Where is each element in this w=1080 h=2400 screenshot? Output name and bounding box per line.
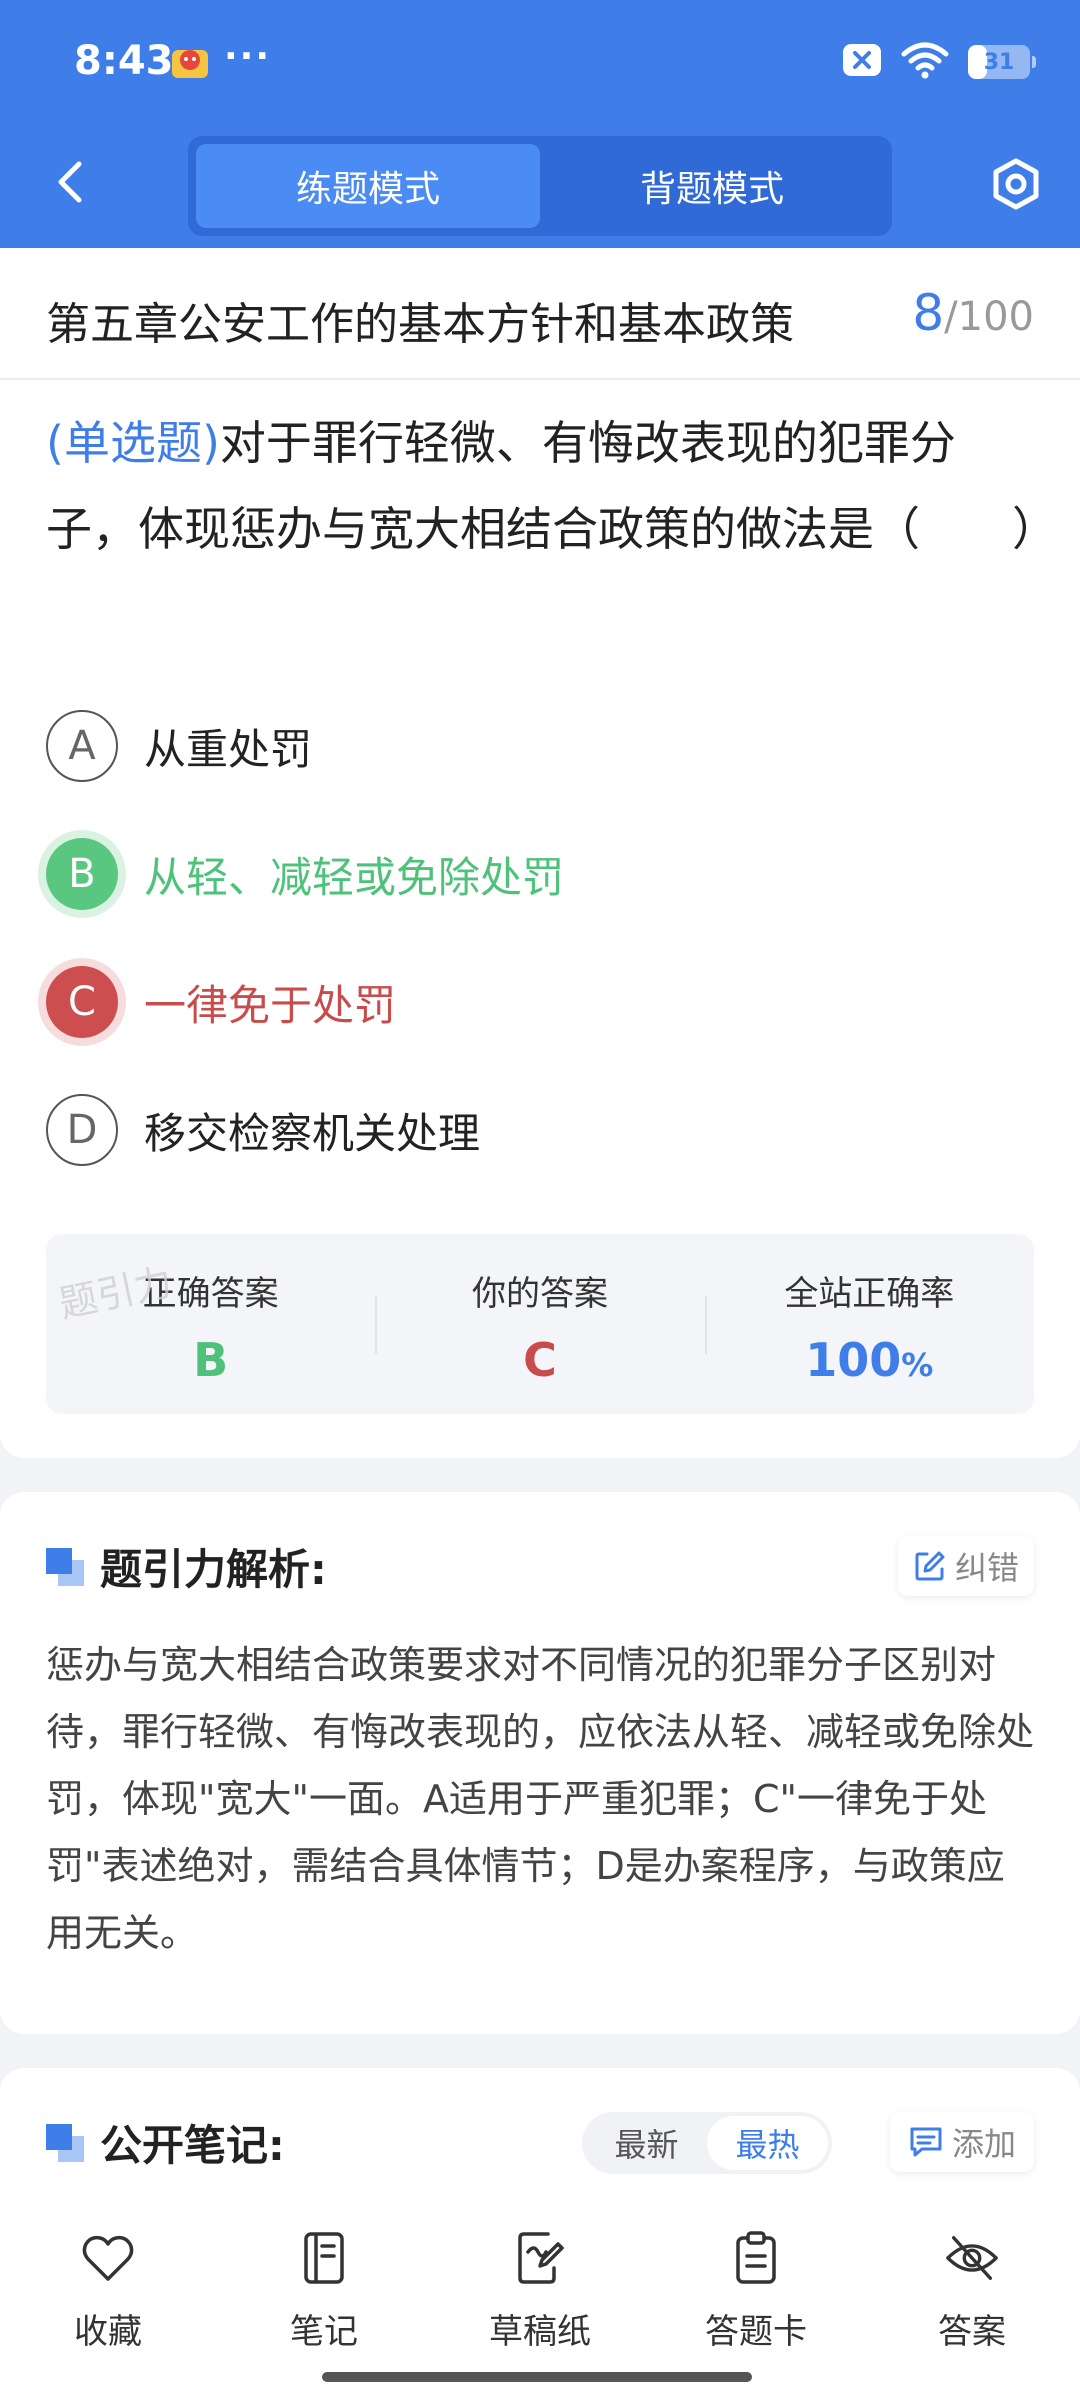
favorite-label: 收藏 <box>74 2312 142 2352</box>
stat-site-accuracy: 全站正确率 100% <box>704 1234 1034 1414</box>
sort-newest[interactable]: 最新 <box>586 2116 707 2170</box>
option-d[interactable]: D 移交检察机关处理 <box>46 1094 480 1166</box>
question-text: (单选题)对于罪行轻微、有悔改表现的犯罪分子，体现惩办与宽大相结合政策的做法是（… <box>46 400 1058 572</box>
rate-number: 100 <box>805 1333 902 1387</box>
question-card: 第五章公安工作的基本方针和基本政策 8/100 (单选题)对于罪行轻微、有悔改表… <box>0 248 1080 1458</box>
add-note-button[interactable]: 添加 <box>890 2112 1034 2172</box>
option-text: 从轻、减轻或免除处罚 <box>144 852 565 902</box>
chapter-row: 第五章公安工作的基本方针和基本政策 8/100 <box>0 248 1080 380</box>
status-more-dots: ··· <box>224 36 272 77</box>
option-letter: A <box>46 710 118 782</box>
stat-correct-answer: 正确答案 B <box>46 1234 375 1414</box>
home-indicator[interactable] <box>322 2372 752 2382</box>
notes-title: 公开笔记: <box>46 2112 285 2173</box>
mode-switch: 练题模式 背题模式 <box>188 136 892 236</box>
status-time: 8:43 <box>74 38 174 84</box>
notes-sort-toggle: 最新 最热 <box>582 2112 832 2174</box>
answer-stats: 正确答案 B 你的答案 C 全站正确率 100% <box>46 1234 1034 1414</box>
report-error-label: 纠错 <box>954 1549 1019 1587</box>
favorite-button[interactable]: 收藏 <box>0 2188 216 2400</box>
bottom-nav: 收藏 笔记 草稿纸 答题卡 答案 <box>0 2188 1080 2400</box>
stat-your-answer: 你的答案 C <box>375 1234 704 1414</box>
notes-label: 笔记 <box>290 2312 358 2352</box>
option-a[interactable]: A 从重处罚 <box>46 710 312 782</box>
question-progress: 8/100 <box>912 284 1034 342</box>
analysis-card: 题引力解析: 纠错 惩办与宽大相结合政策要求对不同情况的犯罪分子区别对待，罪行轻… <box>0 1492 1080 2034</box>
stat-value: 100% <box>705 1333 1034 1387</box>
draft-paper-button[interactable]: 草稿纸 <box>432 2188 648 2400</box>
option-c[interactable]: C 一律免于处罚 <box>46 966 396 1038</box>
tab-memorize-mode[interactable]: 背题模式 <box>540 144 884 228</box>
battery-icon: 31 <box>968 45 1036 79</box>
answer-card-icon <box>728 2230 784 2286</box>
gear-icon <box>993 158 1039 210</box>
chevron-left-icon <box>58 161 82 203</box>
stat-value: C <box>523 1333 557 1387</box>
draft-paper-label: 草稿纸 <box>489 2312 591 2352</box>
wifi-icon <box>900 40 950 84</box>
progress-current: 8 <box>912 284 945 342</box>
option-b[interactable]: B 从轻、减轻或免除处罚 <box>46 838 564 910</box>
draft-paper-icon <box>512 2230 568 2286</box>
status-bar: 8:43 ··· 31 <box>0 0 1080 124</box>
show-answer-button[interactable]: 答案 <box>864 2188 1080 2400</box>
add-note-label: 添加 <box>951 2125 1016 2163</box>
notes-button[interactable]: 笔记 <box>216 2188 432 2400</box>
question-type: (单选题) <box>46 416 220 470</box>
stat-label: 你的答案 <box>471 1274 608 1314</box>
section-squares-icon <box>46 2123 84 2162</box>
notification-x-icon <box>842 43 882 81</box>
comment-icon <box>910 2127 942 2157</box>
analysis-title-text: 题引力解析: <box>100 1545 327 1594</box>
notebook-icon <box>296 2230 352 2286</box>
status-right-icons: 31 <box>842 40 1036 84</box>
progress-total: /100 <box>944 294 1034 340</box>
answer-card-label: 答题卡 <box>705 2312 807 2352</box>
sort-hottest[interactable]: 最热 <box>707 2116 828 2170</box>
app-notification-icon <box>170 42 210 82</box>
chapter-title: 第五章公安工作的基本方针和基本政策 <box>46 299 794 350</box>
top-nav: 练题模式 背题模式 <box>0 124 1080 248</box>
option-letter: D <box>46 1094 118 1166</box>
battery-level: 31 <box>983 49 1015 75</box>
header: 8:43 ··· 31 练题模式 背题模式 <box>0 0 1080 248</box>
option-letter: B <box>46 838 118 910</box>
eye-off-icon <box>944 2230 1000 2286</box>
analysis-title: 题引力解析: <box>46 1536 327 1597</box>
rate-unit: % <box>901 1346 934 1384</box>
edit-icon <box>915 1551 945 1581</box>
section-squares-icon <box>46 1547 84 1586</box>
option-text: 一律免于处罚 <box>144 980 397 1030</box>
report-error-button[interactable]: 纠错 <box>898 1536 1034 1596</box>
tab-practice-mode[interactable]: 练题模式 <box>196 144 540 228</box>
stat-label: 全站正确率 <box>784 1274 955 1314</box>
settings-button[interactable] <box>984 152 1048 216</box>
option-text: 从重处罚 <box>144 724 313 774</box>
option-text: 移交检察机关处理 <box>144 1108 481 1158</box>
answer-card-button[interactable]: 答题卡 <box>648 2188 864 2400</box>
notes-title-text: 公开笔记: <box>100 2121 285 2170</box>
show-answer-label: 答案 <box>938 2312 1006 2352</box>
heart-icon <box>80 2230 136 2286</box>
analysis-text: 惩办与宽大相结合政策要求对不同情况的犯罪分子区别对待，罪行轻微、有悔改表现的，应… <box>46 1643 1035 1955</box>
back-button[interactable] <box>40 152 100 212</box>
option-letter: C <box>46 966 118 1038</box>
stat-value: B <box>193 1333 229 1387</box>
